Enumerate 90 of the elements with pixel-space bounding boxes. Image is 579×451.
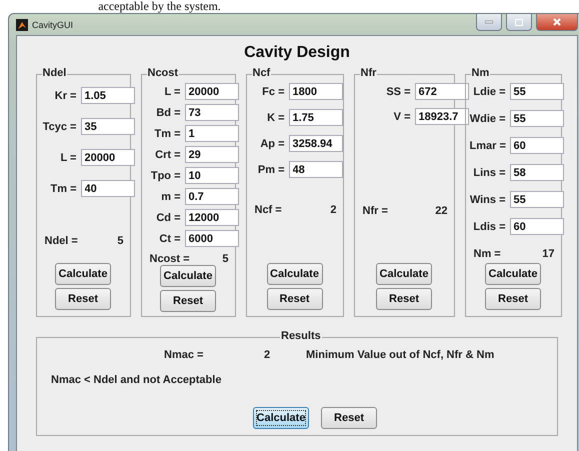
close-icon — [553, 18, 561, 26]
result-label: Ncost = — [150, 253, 190, 265]
input-field[interactable]: 55 — [510, 191, 564, 208]
calculate-button[interactable]: Calculate — [266, 263, 322, 285]
input-field[interactable]: 35 — [80, 118, 134, 135]
input-field[interactable]: 40 — [80, 180, 134, 197]
reset-button[interactable]: Reset — [266, 288, 322, 310]
field-label: SS = — [385, 86, 410, 98]
input-field[interactable]: 73 — [184, 104, 238, 121]
result-value: 22 — [435, 205, 448, 217]
input-field[interactable]: 55 — [510, 110, 564, 127]
field-label: Wins = — [470, 194, 506, 206]
calculate-button[interactable]: Calculate — [485, 263, 541, 285]
close-button[interactable] — [536, 14, 578, 31]
reset-button[interactable]: Reset — [160, 290, 216, 312]
document-text: acceptable by the system. — [98, 0, 221, 13]
field-label: m = — [160, 190, 180, 202]
field-label: K = — [266, 112, 284, 124]
result-value: 5 — [117, 235, 124, 247]
panel-title: Ncost — [146, 67, 180, 79]
maximize-button[interactable] — [506, 14, 532, 31]
calculate-button[interactable]: Calculate — [253, 407, 309, 429]
result-value: 2 — [264, 349, 272, 361]
panel-title: Nm — [470, 67, 490, 79]
result-label: Ndel = — [44, 235, 78, 247]
page-heading: Cavity Design — [244, 44, 350, 62]
field-label: Crt = — [154, 148, 180, 160]
result-value: 2 — [330, 204, 336, 216]
input-field[interactable]: 1.75 — [288, 109, 342, 126]
input-field[interactable]: 29 — [184, 146, 238, 163]
input-field[interactable]: 12000 — [184, 209, 238, 226]
field-label: Cd = — [155, 212, 180, 224]
result-message: Nmac < Ndel and not Acceptable — [51, 374, 222, 386]
reset-button[interactable]: Reset — [485, 288, 541, 310]
field-label: Tm = — [154, 128, 180, 140]
input-field[interactable]: 18923.7 — [414, 108, 468, 125]
result-label: Nmac = — [164, 349, 204, 361]
reset-button[interactable]: Reset — [376, 288, 432, 310]
input-field[interactable]: 60 — [510, 137, 564, 154]
input-field[interactable]: 6000 — [184, 230, 238, 247]
field-label: Lins = — [472, 166, 506, 178]
result-label: Nm = — [474, 248, 501, 260]
input-field[interactable]: 1.05 — [80, 87, 134, 104]
input-field[interactable]: 55 — [510, 83, 564, 100]
field-label: Bd = — [155, 106, 180, 118]
field-label: Tpo = — [150, 170, 180, 182]
input-field[interactable]: 672 — [414, 83, 468, 100]
field-label: V = — [392, 110, 410, 122]
maximize-icon — [515, 18, 523, 26]
field-label: Ap = — [259, 138, 284, 150]
field-label: Tm = — [50, 182, 76, 194]
reset-button[interactable]: Reset — [55, 288, 111, 310]
app-logo-icon — [16, 18, 28, 30]
input-field[interactable]: 60 — [510, 218, 564, 235]
panel-title: Nfr — [360, 67, 378, 79]
field-label: Tcyc = — [42, 120, 76, 132]
reset-button[interactable]: Reset — [321, 407, 377, 429]
field-label: L = — [163, 86, 180, 98]
field-label: Pm = — [256, 164, 284, 176]
field-label: Lmar = — [470, 140, 506, 152]
panel-title: Results — [280, 330, 322, 342]
field-label: Ldis = — [472, 220, 506, 232]
field-label: Ct = — [158, 232, 180, 244]
minimize-button[interactable] — [476, 14, 502, 31]
result-value: 5 — [222, 253, 228, 265]
input-field[interactable]: 48 — [288, 161, 342, 178]
input-field[interactable]: 1800 — [288, 83, 342, 100]
panel-title: Ncf — [252, 67, 272, 79]
calculate-button[interactable]: Calculate — [376, 263, 432, 285]
result-label: Nfr = — [362, 205, 388, 217]
input-field[interactable]: 20000 — [80, 149, 134, 166]
panel-title: Ndel — [42, 67, 68, 79]
input-field[interactable]: 20000 — [184, 83, 238, 100]
field-label: Ldie = — [472, 86, 506, 98]
result-note: Minimum Value out of Ncf, Nfr & Nm — [306, 349, 496, 361]
field-label: L = — [59, 152, 76, 164]
field-label: Kr = — [54, 90, 76, 102]
calculate-button[interactable]: Calculate — [55, 263, 111, 285]
window-title: CavityGUI — [32, 20, 74, 30]
field-label: Fc = — [261, 86, 284, 98]
minimize-icon — [485, 20, 493, 24]
input-field[interactable]: 10 — [184, 167, 238, 184]
input-field[interactable]: 3258.94 — [288, 135, 342, 152]
input-field[interactable]: 0.7 — [184, 188, 238, 205]
input-field[interactable]: 58 — [510, 164, 564, 181]
field-label: Wdie = — [470, 112, 506, 124]
result-label: Ncf = — [254, 204, 282, 216]
result-value: 17 — [542, 248, 554, 260]
input-field[interactable]: 1 — [184, 125, 238, 142]
calculate-button[interactable]: Calculate — [160, 265, 216, 287]
